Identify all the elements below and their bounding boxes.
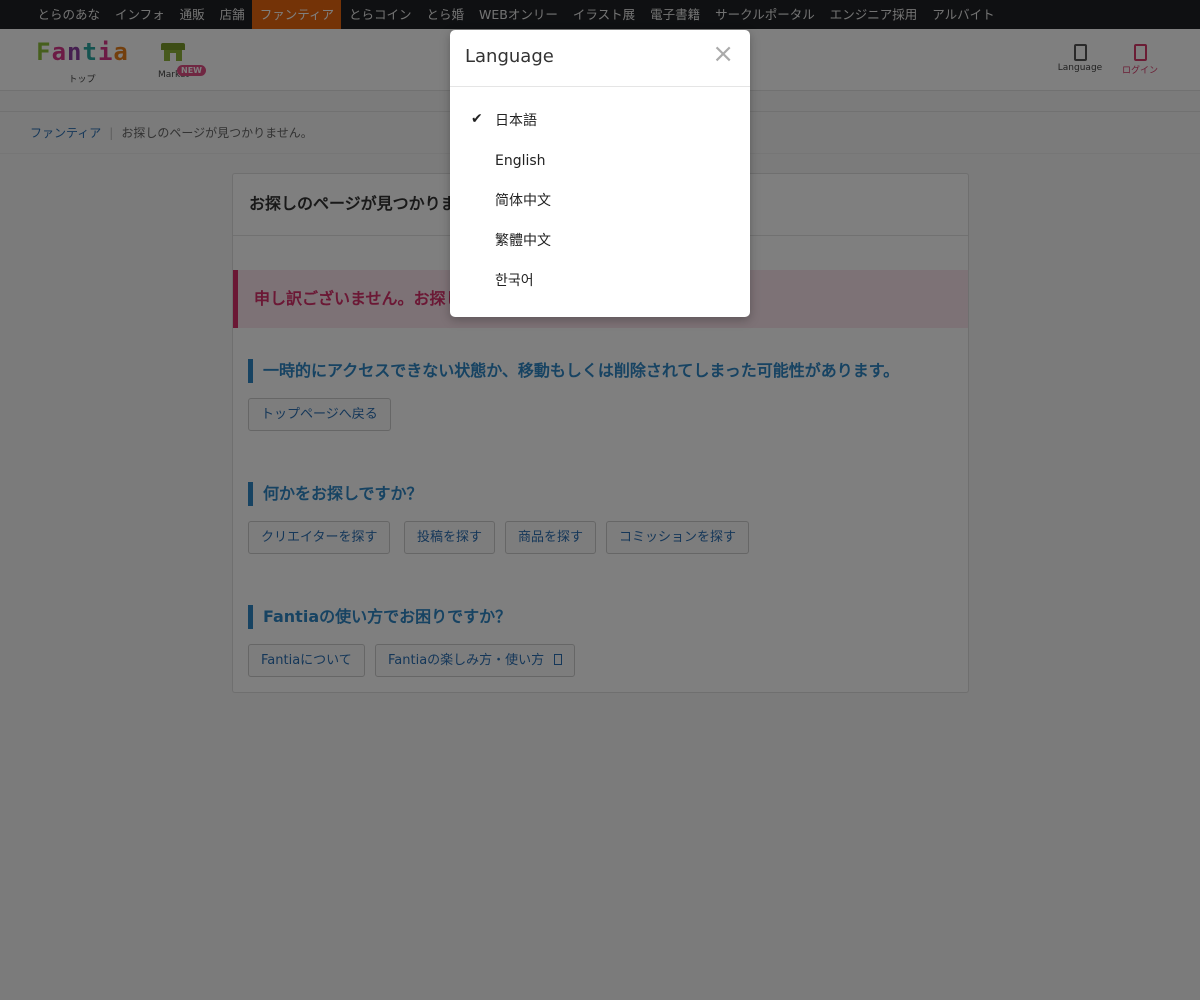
language-label: 简体中文 <box>495 193 551 209</box>
language-option-ko[interactable]: 한국어 <box>450 261 750 301</box>
language-label: English <box>495 153 546 169</box>
close-icon[interactable]: × <box>712 41 734 67</box>
language-option-zh-hant[interactable]: 繁體中文 <box>450 221 750 261</box>
language-option-ja[interactable]: ✔ 日本語 <box>450 101 750 141</box>
modal-title: Language <box>465 46 554 67</box>
language-list: ✔ 日本語 English 简体中文 繁體中文 한국어 <box>450 87 750 301</box>
language-modal: Language × ✔ 日本語 English 简体中文 繁體中文 한국어 <box>450 30 750 317</box>
language-label: 한국어 <box>495 273 534 289</box>
language-option-zh-hans[interactable]: 简体中文 <box>450 181 750 221</box>
language-label: 日本語 <box>495 113 537 129</box>
checkmark-icon: ✔ <box>471 111 483 127</box>
language-label: 繁體中文 <box>495 233 551 249</box>
modal-header: Language × <box>450 30 750 87</box>
language-option-en[interactable]: English <box>450 141 750 181</box>
